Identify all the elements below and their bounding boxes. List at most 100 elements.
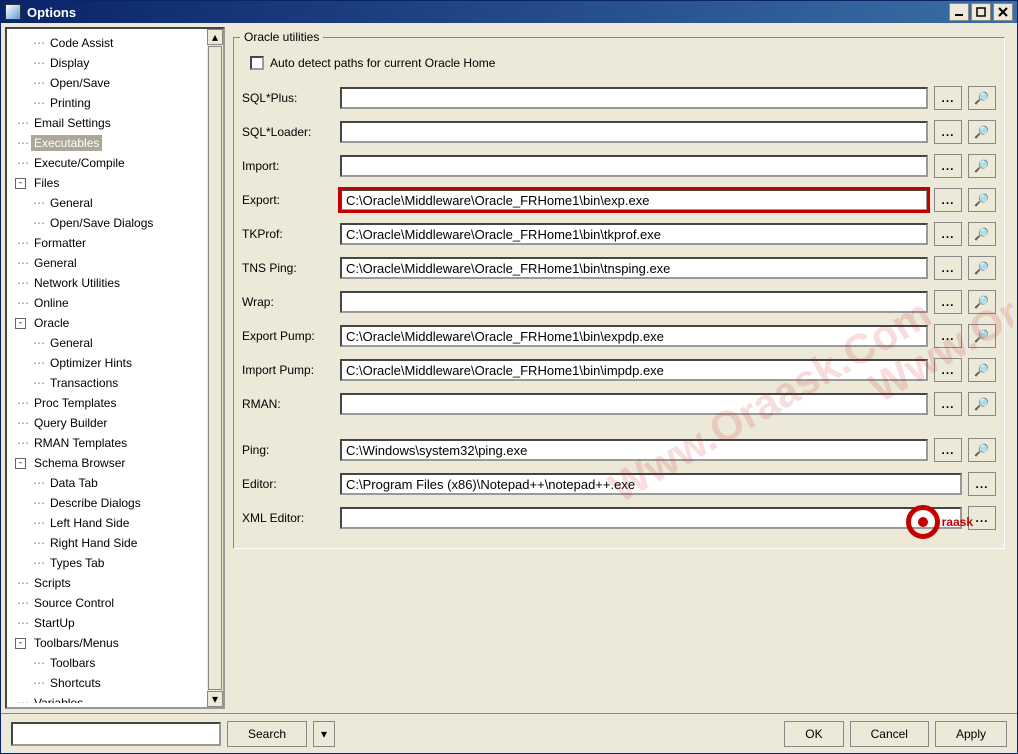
tree-toggle-icon[interactable]: - [15, 638, 26, 649]
path-input[interactable] [340, 121, 928, 143]
browse-button[interactable]: ... [934, 120, 962, 144]
scroll-down-button[interactable]: ▾ [207, 691, 223, 707]
tree-item[interactable]: ⋯Query Builder [15, 413, 223, 433]
tree-item[interactable]: ⋯Source Control [15, 593, 223, 613]
find-button[interactable]: 🔎 [968, 290, 996, 314]
browse-button[interactable]: ... [968, 472, 996, 496]
tree-item[interactable]: ⋯RMAN Templates [15, 433, 223, 453]
tree-item[interactable]: ⋯Data Tab [15, 473, 223, 493]
path-input[interactable] [340, 359, 928, 381]
tree-item[interactable]: -Toolbars/Menus [15, 633, 223, 653]
browse-button[interactable]: ... [934, 392, 962, 416]
tree-item[interactable]: ⋯Shortcuts [15, 673, 223, 693]
tree-item[interactable]: ⋯Variables [15, 693, 223, 703]
path-input[interactable] [340, 223, 928, 245]
tree-item[interactable]: ⋯Email Settings [15, 113, 223, 133]
tree-item-label: Optimizer Hints [47, 355, 135, 371]
path-input[interactable] [340, 507, 962, 529]
tree-item-label: Types Tab [47, 555, 107, 571]
find-button[interactable]: 🔎 [968, 256, 996, 280]
field-label: XML Editor: [242, 511, 334, 525]
tree-item[interactable]: ⋯Formatter [15, 233, 223, 253]
maximize-button[interactable] [971, 3, 991, 21]
path-input[interactable] [340, 325, 928, 347]
tree-item[interactable]: -Schema Browser [15, 453, 223, 473]
find-button[interactable]: 🔎 [968, 222, 996, 246]
tree-toggle-icon[interactable]: - [15, 178, 26, 189]
tree-scrollbar[interactable]: ▴ ▾ [207, 29, 223, 707]
browse-button[interactable]: ... [968, 506, 996, 530]
tree-item[interactable]: ⋯Toolbars [15, 653, 223, 673]
path-input[interactable] [340, 257, 928, 279]
tree-item[interactable]: ⋯General [15, 253, 223, 273]
path-input[interactable] [340, 87, 928, 109]
tree-item[interactable]: ⋯Describe Dialogs [15, 493, 223, 513]
browse-button[interactable]: ... [934, 154, 962, 178]
find-button[interactable]: 🔎 [968, 86, 996, 110]
field-label: Import: [242, 159, 334, 173]
tree-item[interactable]: ⋯Printing [15, 93, 223, 113]
tree-item[interactable]: ⋯StartUp [15, 613, 223, 633]
find-button[interactable]: 🔎 [968, 438, 996, 462]
find-button[interactable]: 🔎 [968, 324, 996, 348]
field-label: Ping: [242, 443, 334, 457]
browse-button[interactable]: ... [934, 358, 962, 382]
ok-button[interactable]: OK [784, 721, 843, 747]
scroll-thumb[interactable] [208, 46, 222, 690]
titlebar: Options [1, 1, 1017, 23]
find-button[interactable]: 🔎 [968, 358, 996, 382]
find-button[interactable]: 🔎 [968, 154, 996, 178]
tree-toggle-icon[interactable]: - [15, 458, 26, 469]
tree-item[interactable]: -Files [15, 173, 223, 193]
search-options-button[interactable]: ▾ [313, 721, 335, 747]
tree-item[interactable]: ⋯General [15, 333, 223, 353]
browse-button[interactable]: ... [934, 324, 962, 348]
tree-toggle-icon[interactable]: - [15, 318, 26, 329]
path-input[interactable] [340, 155, 928, 177]
tree-item-label: Display [47, 55, 92, 71]
tree-item[interactable]: ⋯Proc Templates [15, 393, 223, 413]
browse-button[interactable]: ... [934, 256, 962, 280]
group-title: Oracle utilities [240, 30, 323, 44]
browse-button[interactable]: ... [934, 222, 962, 246]
apply-button[interactable]: Apply [935, 721, 1007, 747]
tree-item[interactable]: ⋯Network Utilities [15, 273, 223, 293]
find-button[interactable]: 🔎 [968, 120, 996, 144]
path-input[interactable] [340, 439, 928, 461]
browse-button[interactable]: ... [934, 290, 962, 314]
auto-detect-checkbox[interactable] [250, 56, 264, 70]
tree-item[interactable]: ⋯Executables [15, 133, 223, 153]
search-input[interactable] [11, 722, 221, 746]
tree-item[interactable]: ⋯Scripts [15, 573, 223, 593]
tree-item-label: Oracle [31, 315, 72, 331]
cancel-button[interactable]: Cancel [850, 721, 929, 747]
browse-button[interactable]: ... [934, 438, 962, 462]
tree-item[interactable]: ⋯Display [15, 53, 223, 73]
browse-button[interactable]: ... [934, 86, 962, 110]
tree-item[interactable]: -Oracle [15, 313, 223, 333]
minimize-button[interactable] [949, 3, 969, 21]
tree-item[interactable]: ⋯Transactions [15, 373, 223, 393]
path-input[interactable] [340, 473, 962, 495]
tree-item[interactable]: ⋯General [15, 193, 223, 213]
category-tree[interactable]: ⋯Code Assist⋯Display⋯Open/Save⋯Printing⋯… [7, 33, 223, 703]
path-input[interactable] [340, 393, 928, 415]
path-input[interactable] [340, 189, 928, 211]
find-button[interactable]: 🔎 [968, 392, 996, 416]
tree-item[interactable]: ⋯Code Assist [15, 33, 223, 53]
browse-button[interactable]: ... [934, 188, 962, 212]
tree-connector: ⋯ [15, 396, 31, 410]
path-input[interactable] [340, 291, 928, 313]
scroll-up-button[interactable]: ▴ [207, 29, 223, 45]
tree-item[interactable]: ⋯Open/Save [15, 73, 223, 93]
search-button[interactable]: Search [227, 721, 307, 747]
tree-item[interactable]: ⋯Left Hand Side [15, 513, 223, 533]
close-button[interactable] [993, 3, 1013, 21]
tree-item[interactable]: ⋯Open/Save Dialogs [15, 213, 223, 233]
tree-item[interactable]: ⋯Optimizer Hints [15, 353, 223, 373]
tree-item[interactable]: ⋯Execute/Compile [15, 153, 223, 173]
find-button[interactable]: 🔎 [968, 188, 996, 212]
tree-item[interactable]: ⋯Online [15, 293, 223, 313]
tree-item[interactable]: ⋯Types Tab [15, 553, 223, 573]
tree-item[interactable]: ⋯Right Hand Side [15, 533, 223, 553]
